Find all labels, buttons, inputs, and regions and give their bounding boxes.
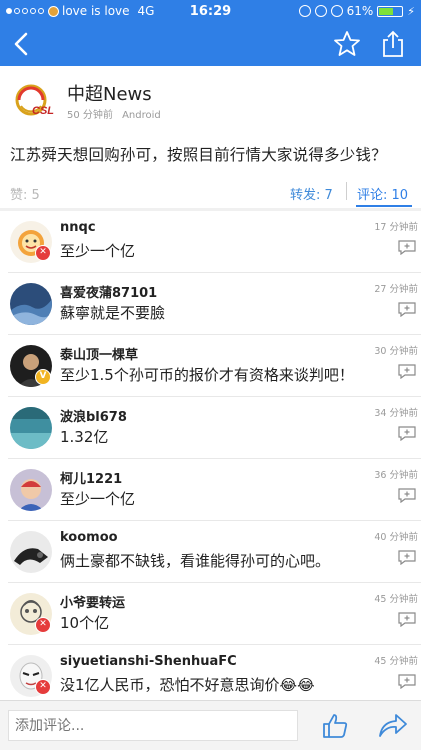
favorite-star-icon[interactable] — [332, 29, 362, 59]
comment-text: 蘇寧就是不要臉 — [60, 304, 166, 322]
reply-icon[interactable] — [398, 488, 416, 503]
verified-badge-icon: ✕ — [35, 617, 51, 633]
comment-text: 至少1.5个孙可币的报价才有资格来谈判吧！ — [60, 366, 354, 384]
comment-row[interactable]: 喜爱夜蒲87101 蘇寧就是不要臉 27 分钟前 — [8, 273, 421, 335]
avatar[interactable] — [10, 531, 52, 573]
comment-row[interactable]: ✕ siyuetianshi-ShenhuaFC 没1亿人民币，恐怕不好意思询价… — [8, 645, 421, 707]
comment-row[interactable]: 柯儿1221 至少一个亿 36 分钟前 — [8, 459, 421, 521]
signal-dots — [6, 8, 44, 14]
active-tab-indicator — [356, 205, 412, 207]
post-time: 50 分钟前 — [67, 110, 113, 121]
comment-time: 36 分钟前 — [374, 470, 418, 481]
vip-badge-icon: V — [35, 369, 51, 385]
avatar[interactable] — [10, 283, 52, 325]
comment-username[interactable]: 波浪bl678 — [60, 406, 127, 425]
comment-row[interactable]: 波浪bl678 1.32亿 34 分钟前 — [8, 397, 421, 459]
battery-icon — [377, 5, 404, 17]
post-counters: 赞: 5 转发: 7 评论: 10 — [0, 180, 421, 210]
verified-badge-icon: ✕ — [35, 245, 51, 261]
location-icon — [314, 5, 327, 17]
forward-arrow-icon[interactable] — [377, 712, 409, 740]
comment-username[interactable]: 泰山顶一棵草 — [60, 344, 138, 363]
comment-time: 34 分钟前 — [374, 408, 418, 419]
comment-input[interactable] — [8, 710, 298, 741]
reply-icon[interactable] — [398, 426, 416, 441]
battery-percent: 61% — [346, 4, 374, 18]
likes-count[interactable]: 赞: 5 — [10, 184, 40, 203]
alarm-icon — [330, 5, 343, 17]
share-icon[interactable] — [378, 29, 408, 59]
top-bar: love is love 4G 16:29 61% ⚡ — [0, 0, 421, 66]
verified-badge-icon: ✕ — [35, 679, 51, 695]
network-type: 4G — [137, 4, 155, 18]
comment-row[interactable]: ✕ nnqc 至少一个亿 17 分钟前 — [8, 211, 421, 273]
post-author[interactable]: 中超News — [67, 80, 152, 106]
tab-reposts[interactable]: 转发: 7 — [290, 184, 333, 203]
comment-text: 10个亿 — [60, 614, 110, 632]
comment-text: 至少一个亿 — [60, 242, 136, 260]
reply-icon[interactable] — [398, 550, 416, 565]
comment-time: 27 分钟前 — [374, 284, 418, 295]
svg-text:CSL: CSL — [32, 105, 54, 117]
comment-time: 45 分钟前 — [374, 594, 418, 605]
status-bar: love is love 4G 16:29 61% ⚡ — [0, 0, 421, 22]
back-arrow-icon[interactable] — [6, 28, 38, 60]
reply-icon[interactable] — [398, 364, 416, 379]
csl-logo: CSL — [15, 84, 54, 117]
comment-time: 30 分钟前 — [374, 346, 418, 357]
comment-row[interactable]: V 泰山顶一棵草 至少1.5个孙可币的报价才有资格来谈判吧！ 30 分钟前 — [8, 335, 421, 397]
comment-composer-bar — [0, 700, 421, 750]
nav-bar — [0, 22, 421, 66]
post-source: Android — [122, 110, 161, 121]
comment-time: 40 分钟前 — [374, 532, 418, 543]
carrier-name: love is love — [62, 4, 130, 18]
avatar[interactable] — [10, 469, 52, 511]
comment-username[interactable]: 小爷要转运 — [60, 592, 125, 611]
comment-username[interactable]: koomoo — [60, 530, 118, 545]
rotation-lock-icon — [298, 5, 311, 17]
comment-time: 17 分钟前 — [374, 222, 418, 233]
comment-username[interactable]: nnqc — [60, 220, 96, 235]
thumbs-up-icon[interactable] — [320, 711, 350, 741]
comment-text: 没1亿人民币，恐怕不好意思询价😂😂 — [60, 676, 315, 694]
comment-text: 至少一个亿 — [60, 490, 136, 508]
comment-time: 45 分钟前 — [374, 656, 418, 667]
tab-comments[interactable]: 评论: 10 — [357, 184, 408, 203]
carrier-icon — [48, 5, 59, 17]
tab-separator — [346, 182, 347, 200]
comment-row[interactable]: ✕ 小爷要转运 10个亿 45 分钟前 — [8, 583, 421, 645]
comment-username[interactable]: 柯儿1221 — [60, 468, 122, 487]
comment-username[interactable]: siyuetianshi-ShenhuaFC — [60, 654, 237, 669]
charging-icon: ⚡ — [407, 4, 415, 18]
post-question: 江苏舜天想回购孙可，按照目前行情大家说得多少钱？ — [10, 146, 387, 164]
avatar[interactable] — [10, 407, 52, 449]
reply-icon[interactable] — [398, 674, 416, 689]
post-meta: 50 分钟前 Android — [67, 106, 167, 121]
comment-text: 俩土豪都不缺钱，看谁能得孙可的心吧。 — [60, 552, 331, 570]
comment-row[interactable]: koomoo 俩土豪都不缺钱，看谁能得孙可的心吧。 40 分钟前 — [8, 521, 421, 583]
comment-text: 1.32亿 — [60, 428, 109, 446]
reply-icon[interactable] — [398, 302, 416, 317]
comment-username[interactable]: 喜爱夜蒲87101 — [60, 282, 157, 301]
reply-icon[interactable] — [398, 612, 416, 627]
post-header: CSL 中超News 50 分钟前 Android 江苏舜天想回购孙可，按照目前… — [0, 66, 421, 210]
reply-icon[interactable] — [398, 240, 416, 255]
comment-list[interactable]: ✕ nnqc 至少一个亿 17 分钟前 喜爱夜蒲87101 蘇寧就是不要臉 27… — [0, 211, 421, 707]
